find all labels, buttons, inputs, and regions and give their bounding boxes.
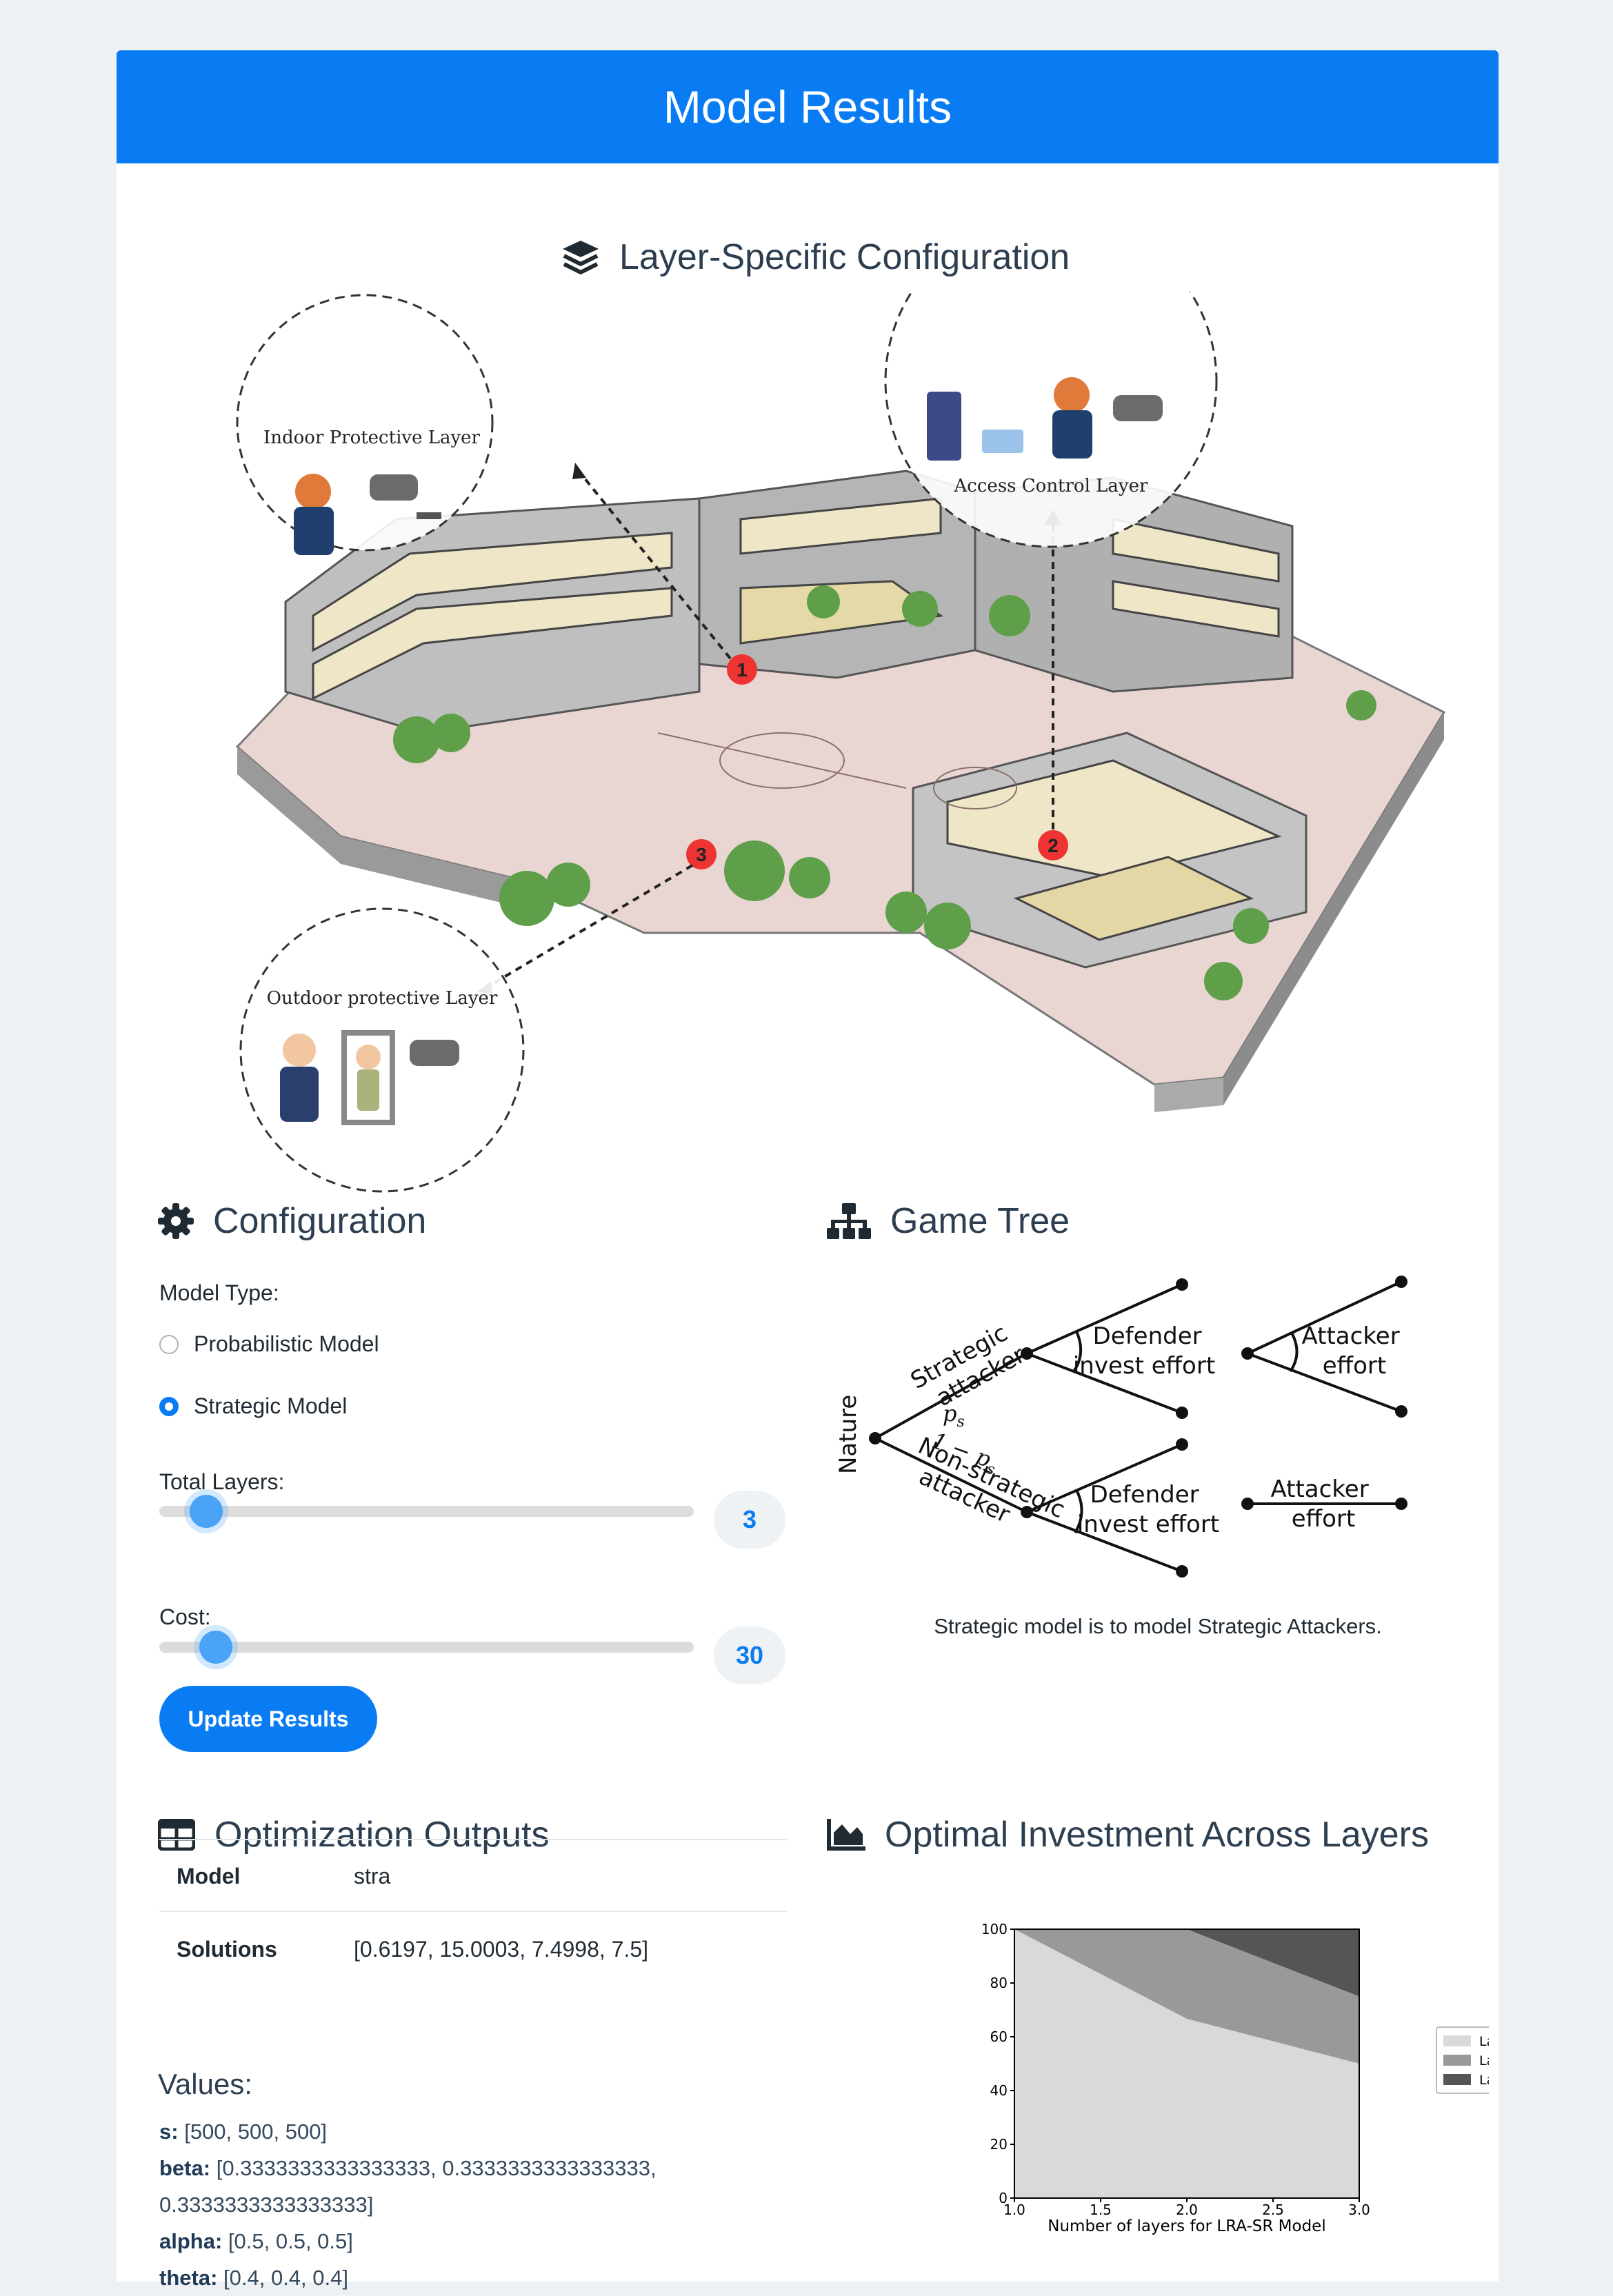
x-tick-label: 1.5	[1090, 2202, 1112, 2218]
attacker-effort-label-top: Attacker effort	[1301, 1322, 1407, 1380]
game-tree-caption: Strategic model is to model Strategic At…	[934, 1614, 1382, 1638]
radio-strategic-model[interactable]: Strategic Model	[159, 1393, 347, 1419]
defender-effort-label-top: Defender invest effort	[1073, 1322, 1215, 1380]
slider-track[interactable]	[159, 1642, 694, 1653]
x-tick-label: 2.0	[1176, 2202, 1198, 2218]
legend-swatch	[1443, 2055, 1471, 2066]
svg-text:3: 3	[696, 844, 707, 865]
svg-text:Outdoor protective Layer: Outdoor protective Layer	[267, 988, 498, 1009]
update-results-button[interactable]: Update Results	[159, 1686, 377, 1752]
layers-icon	[563, 241, 599, 274]
legend-swatch	[1443, 2074, 1471, 2085]
value-alpha: alpha: [0.5, 0.5, 0.5]	[159, 2229, 353, 2253]
page-title: Model Results	[663, 81, 952, 132]
total-layers-slider[interactable]	[159, 1491, 694, 1532]
x-tick-label: 3.0	[1348, 2202, 1370, 2218]
svg-text:Indoor Protective Layer: Indoor Protective Layer	[263, 427, 481, 448]
slider-thumb[interactable]	[189, 1495, 223, 1528]
investment-title: Optimal Investment Across Layers	[827, 1814, 1429, 1855]
outdoor-layer-callout: Outdoor protective Layer	[239, 907, 525, 1193]
radio-probabilistic-model[interactable]: Probabilistic Model	[159, 1331, 379, 1357]
nature-label: Nature	[834, 1395, 862, 1474]
ps-label: ps	[943, 1400, 965, 1431]
svg-text:2: 2	[1048, 835, 1059, 856]
svg-text:Access Control Layer: Access Control Layer	[954, 476, 1148, 496]
table-row: Model stra	[177, 1864, 391, 1889]
table-row: Solutions [0.6197, 15.0003, 7.4998, 7.5]	[177, 1937, 649, 1962]
defender-effort-label-bottom: Defender invest effort	[1077, 1481, 1219, 1538]
value-s: s: [500, 500, 500]	[159, 2119, 328, 2144]
y-tick-label: 80	[990, 1975, 1008, 1991]
layer-section-title: Layer-Specific Configuration	[561, 236, 1070, 278]
layer-marker-1: 1	[727, 654, 757, 685]
investment-area-chart: 0204060801001.0 1.5 2.0 2.5 3.0Number of lay…	[981, 1921, 1489, 2235]
legend-label: Layer 3	[1479, 2073, 1489, 2088]
y-tick-label: 20	[990, 2136, 1008, 2153]
layer-marker-2: 2	[1038, 830, 1068, 860]
cost-value: 30	[714, 1627, 785, 1684]
y-tick-label: 100	[981, 1921, 1008, 1937]
values-title: Values:	[158, 2068, 252, 2100]
x-tick-label: 2.5	[1262, 2202, 1284, 2218]
y-tick-label: 60	[990, 2028, 1008, 2045]
page-header: Model Results	[117, 50, 1499, 163]
x-tick-label: 1.0	[1003, 2202, 1025, 2218]
value-theta: theta: [0.4, 0.4, 0.4]	[159, 2266, 348, 2290]
radio-button-selected[interactable]	[159, 1396, 179, 1416]
slider-track[interactable]	[159, 1506, 694, 1517]
legend-swatch	[1443, 2035, 1471, 2046]
values-list: s: [500, 500, 500] beta: [0.333333333333…	[159, 2113, 780, 2296]
x-axis-label: Number of layers for LRA-SR Model	[1048, 2217, 1325, 2235]
configuration-title: Configuration	[158, 1200, 426, 1242]
results-card: Model Results Layer-Specific Configurati…	[117, 50, 1499, 2290]
gear-icon	[158, 1203, 194, 1239]
legend-label: Layer 1	[1479, 2034, 1489, 2049]
slider-thumb[interactable]	[199, 1631, 233, 1664]
area-chart-icon	[827, 1819, 865, 1851]
strategic-attacker-label: Strategic attacker	[906, 1316, 1032, 1419]
legend-label: Layer 2	[1479, 2053, 1489, 2068]
svg-text:1: 1	[737, 659, 748, 681]
y-tick-label: 40	[990, 2082, 1008, 2099]
building-illustration: 1 2 3 Indoor Protective Layer Access Con…	[235, 292, 1446, 1193]
total-layers-value: 3	[714, 1491, 785, 1549]
cost-slider[interactable]	[159, 1627, 694, 1668]
value-beta-cont: 0.3333333333333333]	[159, 2193, 374, 2217]
value-beta: beta: [0.3333333333333333, 0.33333333333…	[159, 2156, 657, 2180]
game-tree-diagram: Nature Strategic attacker Non-strategic …	[834, 1276, 1407, 1578]
radio-button[interactable]	[159, 1334, 179, 1354]
model-type-label: Model Type:	[159, 1280, 279, 1305]
